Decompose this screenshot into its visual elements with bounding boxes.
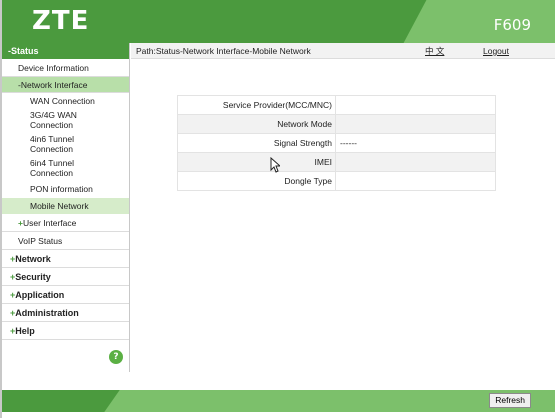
- footer-strip: [2, 390, 555, 412]
- mouse-cursor-icon: [270, 157, 280, 173]
- row-value: [335, 95, 496, 115]
- logout-link[interactable]: Logout: [483, 43, 509, 59]
- sidebar-item-status[interactable]: -Status: [2, 43, 129, 59]
- table-row: IMEI: [177, 152, 496, 172]
- language-link[interactable]: 中 文: [425, 43, 444, 59]
- sidebar-item-pon-information[interactable]: PON information: [2, 180, 129, 198]
- row-label: Network Mode: [177, 114, 336, 134]
- sidebar-item-label: User Interface: [22, 218, 77, 228]
- sidebar-item-device-information[interactable]: Device Information: [2, 59, 129, 77]
- sidebar-item-mobile-network[interactable]: Mobile Network: [2, 198, 129, 214]
- footer-accent-band: [104, 390, 555, 412]
- sidebar-item-user-interface[interactable]: +User Interface: [2, 214, 129, 232]
- table-row: Dongle Type: [177, 171, 496, 191]
- path-bar: Path:Status-Network Interface-Mobile Net…: [131, 43, 555, 59]
- sidebar: -Status Device Information -Network Inte…: [2, 43, 130, 372]
- footer: Refresh: [2, 372, 555, 418]
- table-row: Network Mode: [177, 114, 496, 134]
- sidebar-item-label: Administration: [15, 308, 79, 318]
- header-accent-band: [403, 0, 555, 43]
- row-value: ------: [335, 133, 496, 153]
- sidebar-item-wan-connection[interactable]: WAN Connection: [2, 93, 129, 108]
- sidebar-item-3g4g-wan-connection[interactable]: 3G/4G WAN Connection: [2, 108, 94, 132]
- sidebar-item-6in4-tunnel-connection[interactable]: 6in4 Tunnel Connection: [2, 156, 94, 180]
- row-label: IMEI: [177, 152, 336, 172]
- header-bar: ZTE F609: [2, 0, 555, 43]
- help-icon[interactable]: ?: [109, 350, 123, 364]
- device-model: F609: [493, 16, 531, 34]
- sidebar-item-voip-status[interactable]: VoIP Status: [2, 232, 129, 250]
- table-row: Signal Strength ------: [177, 133, 496, 153]
- row-value: [335, 114, 496, 134]
- row-value: [335, 152, 496, 172]
- sidebar-item-network-interface[interactable]: -Network Interface: [2, 77, 129, 93]
- refresh-button[interactable]: Refresh: [489, 393, 531, 408]
- mobile-network-info-table: Service Provider(MCC/MNC) Network Mode S…: [177, 95, 496, 191]
- row-value: [335, 171, 496, 191]
- sidebar-item-network[interactable]: +Network: [2, 250, 129, 268]
- breadcrumb: Path:Status-Network Interface-Mobile Net…: [136, 46, 311, 56]
- row-label: Service Provider(MCC/MNC): [177, 95, 336, 115]
- sidebar-item-label: Help: [15, 326, 35, 336]
- row-label: Dongle Type: [177, 171, 336, 191]
- sidebar-item-help[interactable]: +Help: [2, 322, 129, 340]
- row-label: Signal Strength: [177, 133, 336, 153]
- sidebar-item-administration[interactable]: +Administration: [2, 304, 129, 322]
- zte-logo: ZTE: [32, 6, 90, 36]
- sidebar-item-4in6-tunnel-connection[interactable]: 4in6 Tunnel Connection: [2, 132, 94, 156]
- sidebar-item-application[interactable]: +Application: [2, 286, 129, 304]
- sidebar-item-label: Security: [15, 272, 51, 282]
- sidebar-item-label: Application: [15, 290, 65, 300]
- sidebar-item-security[interactable]: +Security: [2, 268, 129, 286]
- table-row: Service Provider(MCC/MNC): [177, 95, 496, 115]
- sidebar-item-label: Network: [15, 254, 51, 264]
